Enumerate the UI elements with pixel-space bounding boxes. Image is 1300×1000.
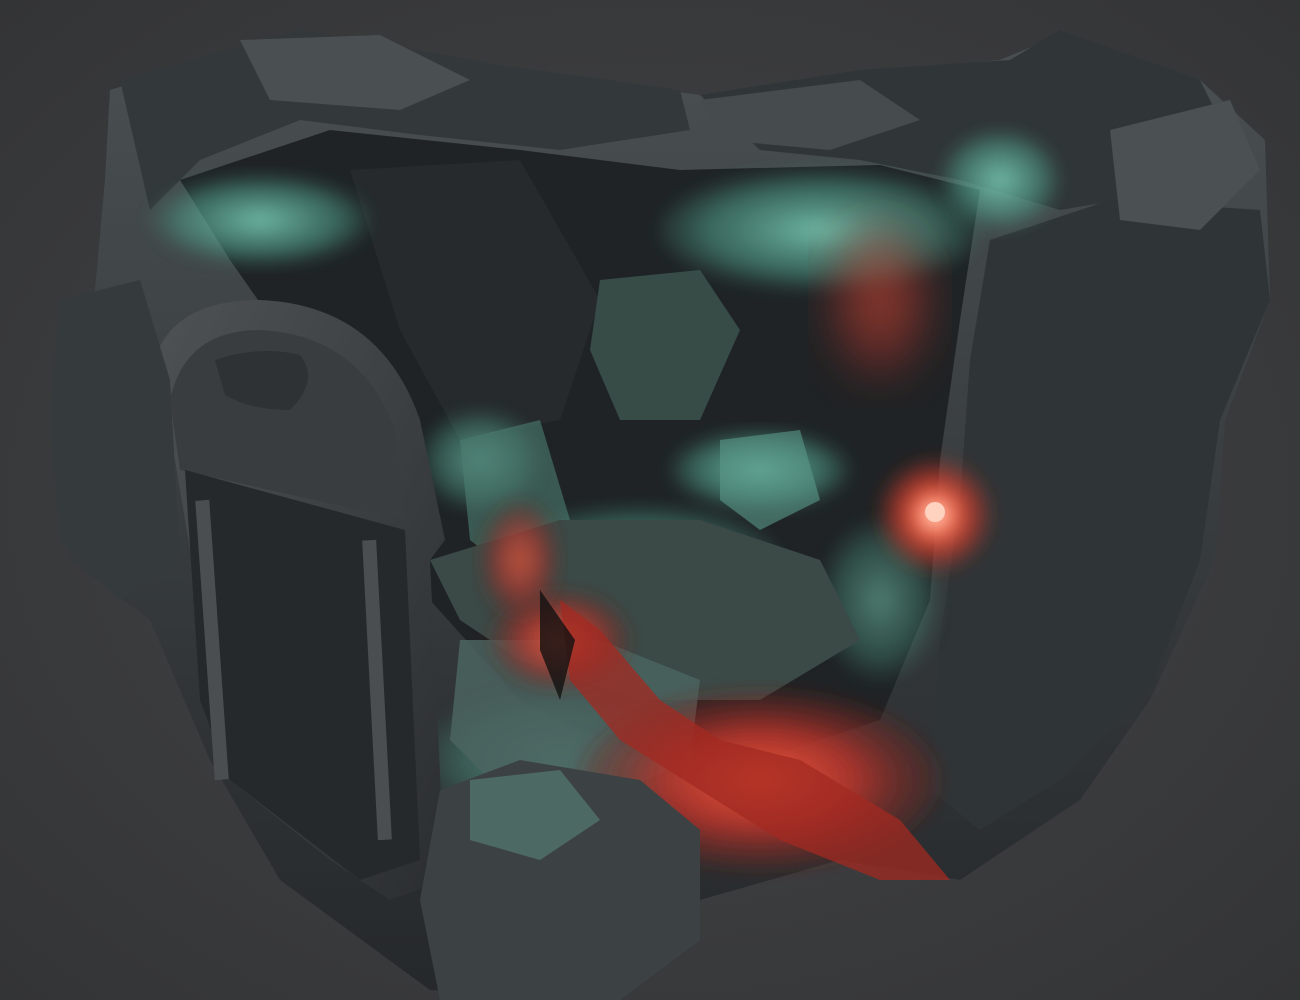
stone-archway-door	[150, 300, 445, 900]
3d-viewport[interactable]	[0, 0, 1300, 1000]
cave-dungeon-scene	[50, 30, 1270, 1000]
glowing-torch	[875, 455, 995, 575]
